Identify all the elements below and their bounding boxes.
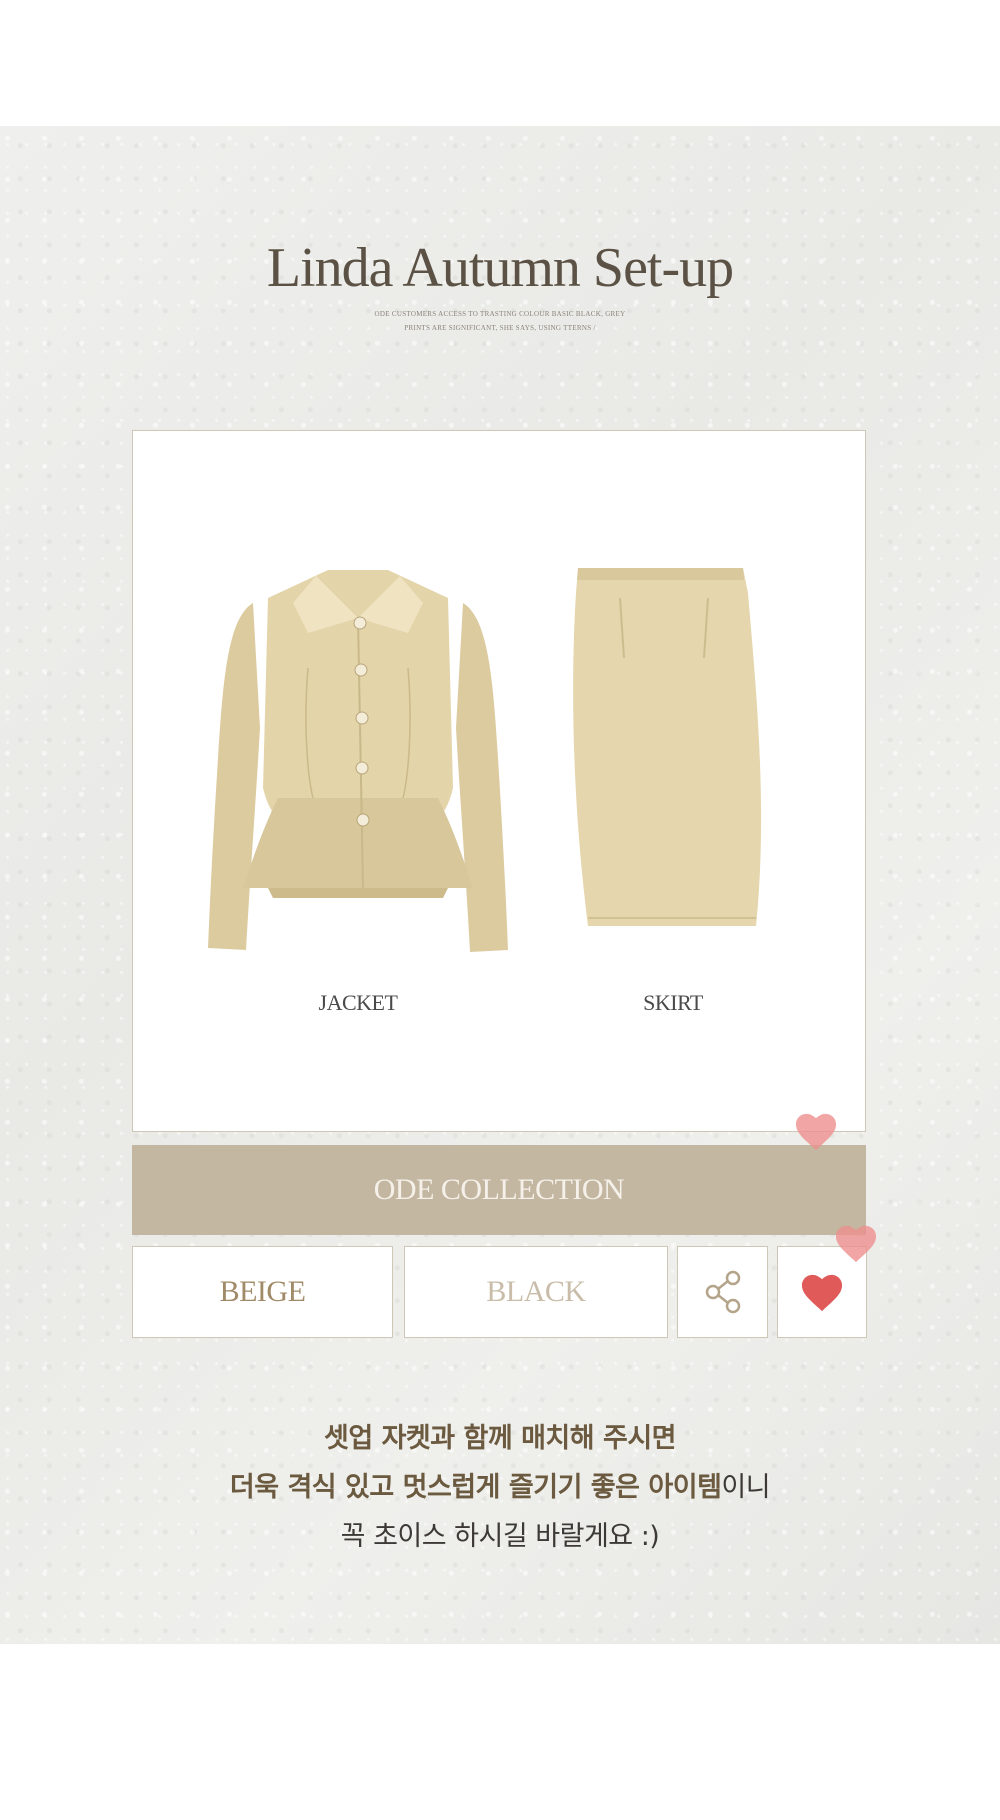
heart-icon <box>835 1225 877 1263</box>
jacket-image <box>208 570 508 952</box>
description-line-1: 셋업 자켓과 함께 매치해 주시면 <box>323 1423 677 1454</box>
color-option-black[interactable]: BLACK <box>404 1246 668 1338</box>
skirt-label: SKIRT <box>643 990 703 1015</box>
skirt-image <box>573 568 762 926</box>
description-line-3: 꼭 초이스 하시길 바랄게요 :) <box>340 1521 660 1552</box>
description-line-2: 더욱 격식 있고 멋스럽게 즐기기 좋은 아이템이니 <box>229 1472 771 1503</box>
share-icon <box>705 1270 740 1314</box>
heart-icon <box>801 1274 843 1312</box>
page-title: Linda Autumn Set-up <box>266 237 734 299</box>
product-card: JACKET SKIRT <box>132 430 866 1132</box>
collection-banner: ODE COLLECTION <box>132 1145 866 1235</box>
jacket-label: JACKET <box>318 990 398 1015</box>
subtitle-line-2: PRINTS ARE SIGNIFICANT, SHE SAYS, USING … <box>404 324 596 332</box>
share-button[interactable] <box>677 1246 768 1338</box>
color-option-beige[interactable]: BEIGE <box>132 1246 393 1338</box>
subtitle-line-1: ODE CUSTOMERS ACCESS TO TRASTING COLOUR … <box>374 310 626 318</box>
heart-icon <box>795 1113 837 1151</box>
